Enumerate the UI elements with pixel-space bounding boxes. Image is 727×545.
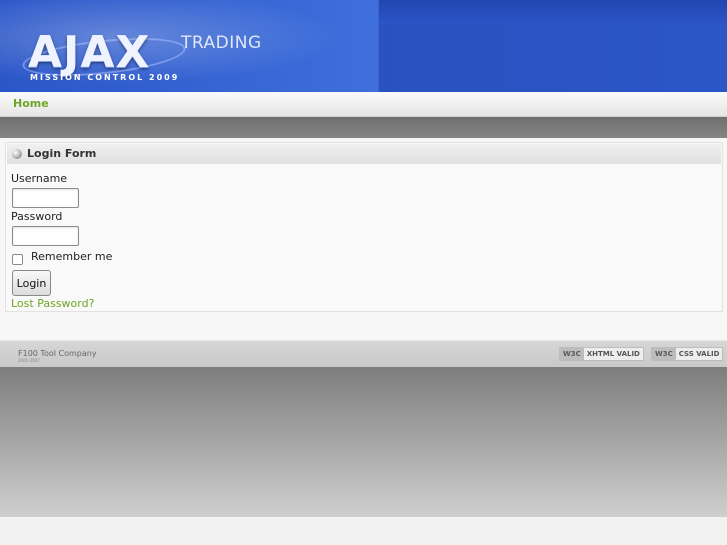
divider-bar xyxy=(0,117,727,138)
xhtml-valid-text: XHTML VALID xyxy=(583,348,643,360)
remember-me-label: Remember me xyxy=(31,250,113,263)
logo-main-text: AJAX xyxy=(28,27,151,78)
page-bottom-strip xyxy=(0,517,727,545)
w3c-label: W3C xyxy=(560,348,584,360)
css-valid-badge[interactable]: W3C CSS VALID xyxy=(651,347,724,361)
xhtml-valid-badge[interactable]: W3C XHTML VALID xyxy=(559,347,644,361)
css-valid-text: CSS VALID xyxy=(675,348,723,360)
logo-subtitle: MISSION CONTROL 2009 xyxy=(30,73,180,82)
site-footer: F100 Tool Company 2001-2007 W3C XHTML VA… xyxy=(0,340,727,368)
top-nav: Home xyxy=(0,92,727,117)
username-input[interactable] xyxy=(12,188,79,208)
lost-password-link[interactable]: Lost Password? xyxy=(11,297,94,310)
login-button[interactable]: Login xyxy=(12,270,51,296)
header-top-stripe xyxy=(379,0,727,24)
footer-company: F100 Tool Company xyxy=(18,349,97,358)
site-header: AJAX TRADING MISSION CONTROL 2009 xyxy=(0,0,727,92)
login-module: Login Form Username Password Remember me… xyxy=(5,142,723,312)
main-content: Login Form Username Password Remember me… xyxy=(0,138,727,340)
w3c-label: W3C xyxy=(652,348,676,360)
password-input[interactable] xyxy=(12,226,79,246)
logo-side-text: TRADING xyxy=(181,33,262,53)
remember-me-checkbox[interactable] xyxy=(12,254,23,265)
bullet-icon xyxy=(12,149,22,159)
page-background-gradient xyxy=(0,367,727,517)
username-label: Username xyxy=(11,172,68,185)
login-form-title: Login Form xyxy=(27,147,97,160)
footer-years: 2001-2007 xyxy=(18,358,40,363)
password-label: Password xyxy=(11,210,63,223)
login-module-header: Login Form xyxy=(7,144,721,164)
nav-home-link[interactable]: Home xyxy=(13,97,49,110)
